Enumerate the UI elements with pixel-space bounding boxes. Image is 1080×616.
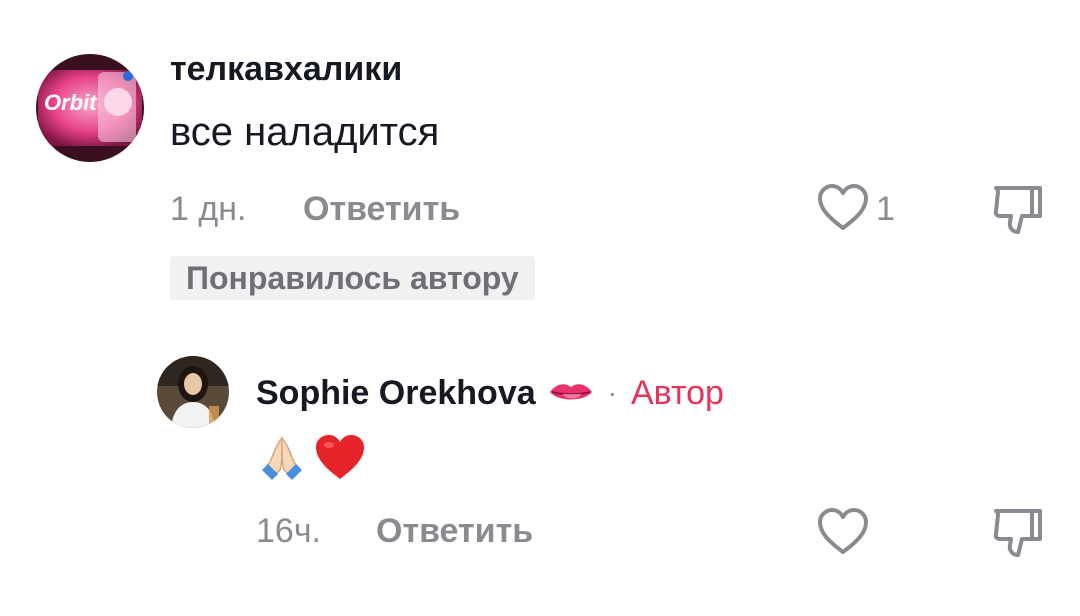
comment-username[interactable]: телкавхалики xyxy=(170,50,402,89)
red-heart-icon xyxy=(316,435,364,479)
comment-timestamp: 1 дн. xyxy=(170,190,247,228)
user-photo-avatar xyxy=(157,356,229,428)
heart-icon xyxy=(818,508,868,554)
reply-avatar[interactable] xyxy=(157,356,229,428)
svg-text:Orbit: Orbit xyxy=(44,90,98,115)
dislike-button[interactable] xyxy=(992,182,1044,238)
like-count: 1 xyxy=(876,190,895,228)
heart-icon xyxy=(818,184,868,230)
avatar[interactable]: Orbit xyxy=(36,54,144,162)
reply-dislike-button[interactable] xyxy=(992,505,1044,561)
folded-hands-icon xyxy=(262,436,302,480)
separator-dot: · xyxy=(607,377,617,408)
thumbs-down-icon xyxy=(993,509,1042,557)
reply-button[interactable]: Ответить xyxy=(303,190,460,229)
reply-text xyxy=(258,432,366,482)
comment-text: все наладится xyxy=(170,110,440,154)
like-button[interactable] xyxy=(817,184,869,232)
lips-icon xyxy=(548,380,594,406)
reply-username[interactable]: Sophie Orekhova xyxy=(256,374,536,413)
orbit-gum-avatar-image: Orbit xyxy=(36,54,144,162)
author-badge: Автор xyxy=(630,373,724,412)
reply-header: Sophie Orekhova · Автор xyxy=(256,370,724,416)
reply-reply-button[interactable]: Ответить xyxy=(376,512,533,551)
thumbs-down-icon xyxy=(993,186,1042,234)
liked-by-author-badge: Понравилось автору xyxy=(170,256,535,300)
reply-like-button[interactable] xyxy=(817,508,869,556)
reply-timestamp: 16ч. xyxy=(256,512,321,550)
